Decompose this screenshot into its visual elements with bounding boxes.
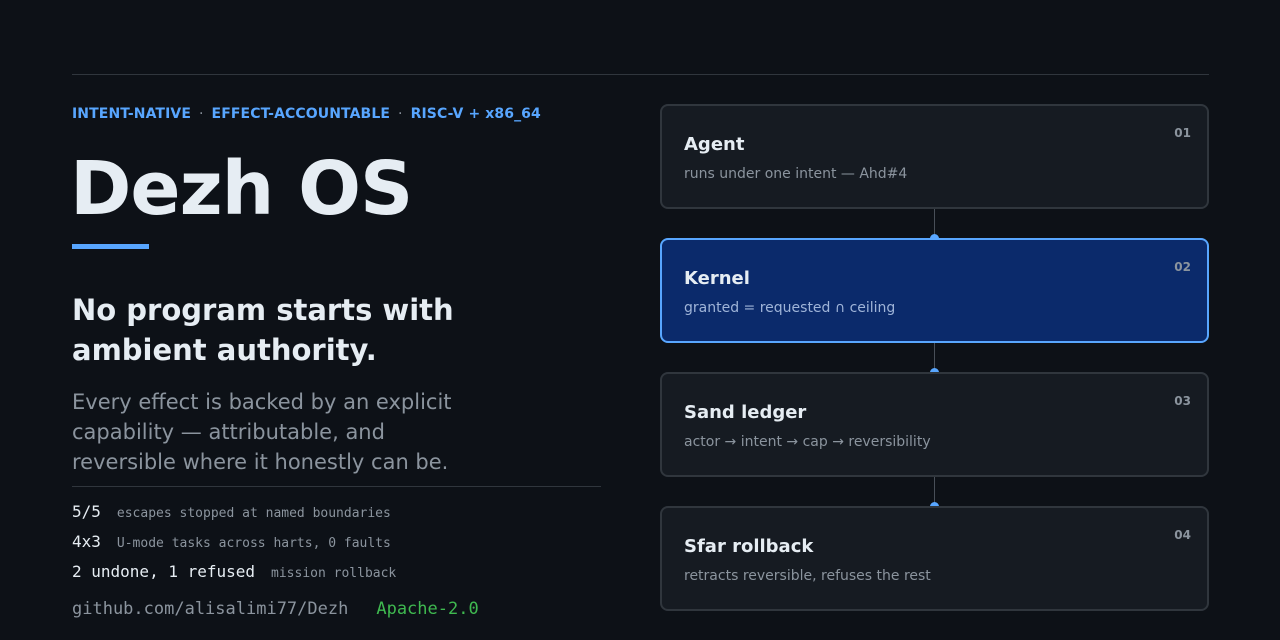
step-title: Sfar rollback — [684, 536, 814, 557]
step-number: 01 — [1174, 126, 1191, 140]
headline: No program starts with ambient authority… — [72, 293, 454, 367]
step-number: 04 — [1174, 528, 1191, 542]
tagline: INTENT-NATIVE · EFFECT-ACCOUNTABLE · RISC-V … — [72, 106, 541, 122]
step-subtitle: retracts reversible, refuses the rest — [684, 568, 931, 584]
stat-value: 4x3 — [72, 532, 101, 551]
tagline-separator: · — [398, 106, 403, 122]
title-underline — [72, 244, 149, 249]
tagline-item-effect-accountable: EFFECT-ACCOUNTABLE — [211, 106, 391, 122]
stat-value: 5/5 — [72, 502, 101, 521]
step-title: Sand ledger — [684, 402, 807, 423]
tagline-item-intent-native: INTENT-NATIVE — [72, 106, 191, 122]
stats-list: 5/5 escapes stopped at named boundaries … — [72, 502, 396, 592]
stat-row: 4x3 U-mode tasks across harts, 0 faults — [72, 532, 396, 562]
tagline-item-arch: RISC-V + x86_64 — [410, 106, 541, 122]
license-label: Apache-2.0 — [376, 599, 479, 619]
step-title: Kernel — [684, 268, 750, 289]
repo-link[interactable]: github.com/alisalimi77/Dezh — [72, 599, 348, 619]
stat-value: 2 undone, 1 refused — [72, 562, 256, 581]
stat-row: 2 undone, 1 refused mission rollback — [72, 562, 396, 592]
pipeline-step-kernel: Kernel granted = requested ∩ ceiling 02 — [660, 238, 1209, 343]
pipeline-step-sand-ledger: Sand ledger actor → intent → cap → rever… — [660, 372, 1209, 477]
stat-description: U-mode tasks across harts, 0 faults — [116, 536, 391, 551]
pipeline-step-agent: Agent runs under one intent — Ahd#4 01 — [660, 104, 1209, 209]
step-number: 02 — [1174, 260, 1191, 274]
top-divider — [72, 74, 1209, 75]
stat-description: mission rollback — [271, 566, 397, 581]
step-subtitle: runs under one intent — Ahd#4 — [684, 166, 908, 182]
stats-divider — [72, 486, 601, 487]
step-subtitle: actor → intent → cap → reversibility — [684, 434, 931, 450]
step-number: 03 — [1174, 394, 1191, 408]
step-subtitle: granted = requested ∩ ceiling — [684, 300, 896, 316]
stat-description: escapes stopped at named boundaries — [116, 506, 391, 521]
lede-paragraph: Every effect is backed by an explicit ca… — [72, 390, 452, 474]
pipeline-step-sfar-rollback: Sfar rollback retracts reversible, refus… — [660, 506, 1209, 611]
step-title: Agent — [684, 134, 745, 155]
stat-row: 5/5 escapes stopped at named boundaries — [72, 502, 396, 532]
footer: github.com/alisalimi77/Dezh Apache-2.0 — [72, 599, 479, 619]
page-title: Dezh OS — [70, 146, 413, 232]
tagline-separator: · — [198, 106, 204, 122]
